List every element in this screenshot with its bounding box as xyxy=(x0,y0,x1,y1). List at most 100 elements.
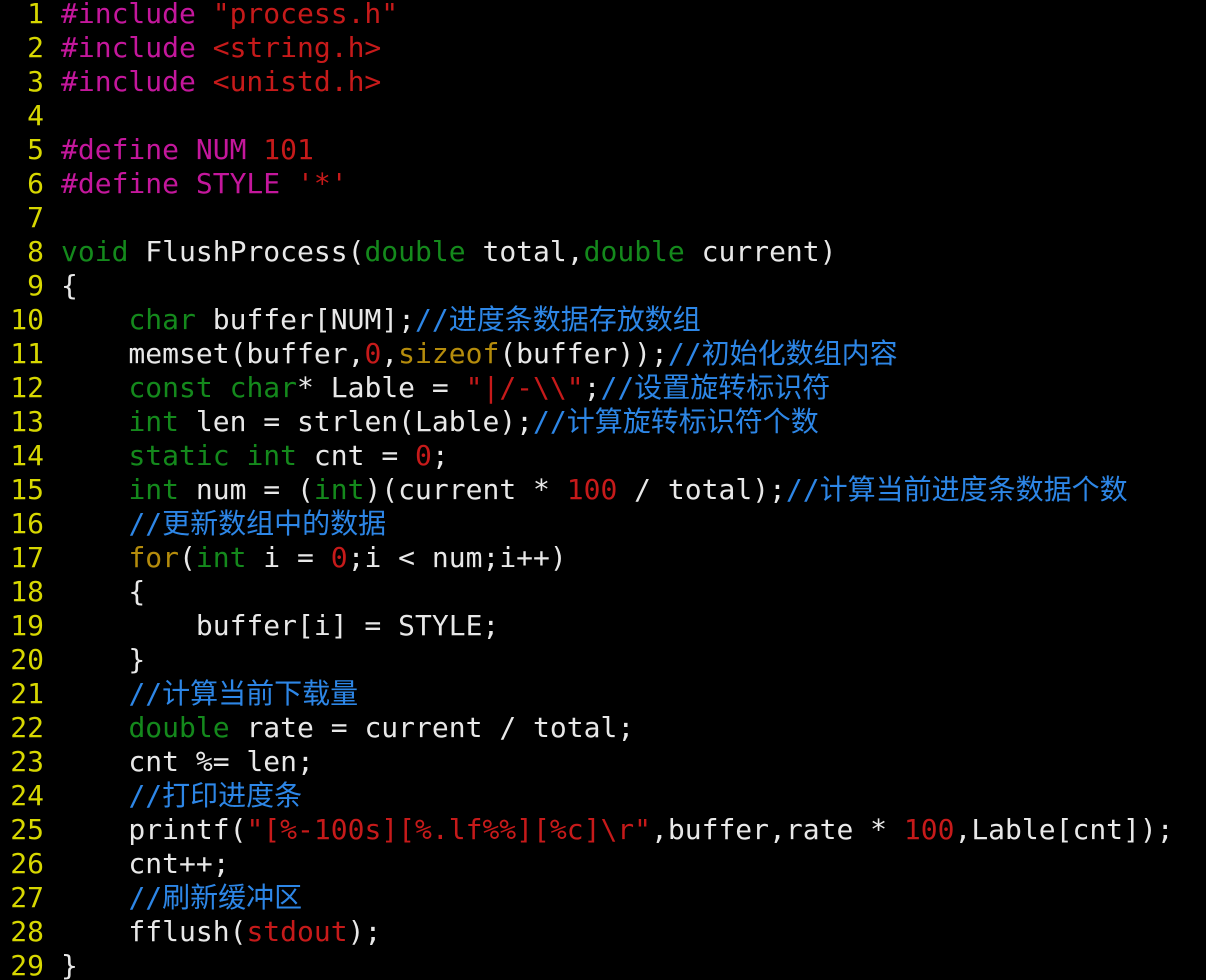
code-line[interactable]: 7 xyxy=(0,201,61,235)
code-token-normal xyxy=(230,439,247,472)
line-code[interactable]: for(int i = 0;i < num;i++) xyxy=(61,541,567,575)
code-token-type: int xyxy=(246,439,298,472)
code-line[interactable]: 22 double rate = current / total; xyxy=(0,711,634,745)
code-token-normal: } xyxy=(61,949,78,980)
code-token-string: "[%-100s][%.lf%%][%c]\r" xyxy=(246,813,652,846)
code-line[interactable]: 28 fflush(stdout); xyxy=(0,915,381,949)
code-token-comment: //计算当前进度条数据个数 xyxy=(785,473,1128,506)
code-line[interactable]: 25 printf("[%-100s][%.lf%%][%c]\r",buffe… xyxy=(0,813,1173,847)
line-number: 7 xyxy=(27,201,44,234)
line-code[interactable]: buffer[i] = STYLE; xyxy=(61,609,499,643)
code-token-normal xyxy=(61,371,128,404)
code-token-number: 0 xyxy=(364,337,382,370)
code-token-string: "process.h" xyxy=(212,0,399,30)
code-line[interactable]: 17 for(int i = 0;i < num;i++) xyxy=(0,541,567,575)
code-line[interactable]: 18 { xyxy=(0,575,145,609)
line-code[interactable]: fflush(stdout); xyxy=(61,915,381,949)
code-line[interactable]: 21 //计算当前下载量 xyxy=(0,677,358,711)
code-token-keyword: for xyxy=(128,541,180,574)
code-token-comment: //设置旋转标识符 xyxy=(600,371,831,404)
code-line[interactable]: 14 static int cnt = 0; xyxy=(0,439,448,473)
line-code[interactable]: } xyxy=(61,949,78,980)
code-line[interactable]: 1 #include "process.h" xyxy=(0,0,398,31)
code-line[interactable]: 15 int num = (int)(current * 100 / total… xyxy=(0,473,1128,507)
line-code[interactable]: { xyxy=(61,269,78,303)
code-token-normal: { xyxy=(61,575,146,608)
code-line[interactable]: 24 //打印进度条 xyxy=(0,779,302,813)
code-line[interactable]: 29} xyxy=(0,949,78,980)
code-token-normal: , xyxy=(381,337,399,370)
line-code[interactable]: int num = (int)(current * 100 / total);/… xyxy=(61,473,1128,507)
line-code[interactable]: cnt %= len; xyxy=(61,745,314,779)
line-code[interactable]: //更新数组中的数据 xyxy=(61,507,386,541)
code-line[interactable]: 23 cnt %= len; xyxy=(0,745,314,779)
code-token-normal: current) xyxy=(684,235,837,268)
line-code[interactable]: #include <unistd.h> xyxy=(61,65,381,99)
code-line[interactable]: 27 //刷新缓冲区 xyxy=(0,881,302,915)
code-line[interactable]: 4 xyxy=(0,99,61,133)
line-code[interactable]: #define STYLE '*' xyxy=(61,167,348,201)
line-number: 1 xyxy=(27,0,44,30)
line-code[interactable]: double rate = current / total; xyxy=(61,711,634,745)
line-code[interactable]: } xyxy=(61,643,145,677)
code-token-normal: printf( xyxy=(61,813,247,846)
code-line[interactable]: 5 #define NUM 101 xyxy=(0,133,314,167)
code-line[interactable]: 16 //更新数组中的数据 xyxy=(0,507,386,541)
code-token-preproc: #define xyxy=(61,133,196,166)
line-code[interactable]: int len = strlen(Lable);//计算旋转标识符个数 xyxy=(61,405,819,439)
line-number: 5 xyxy=(27,133,44,166)
code-line[interactable]: 12 const char* Lable = "|/-\\";//设置旋转标识符 xyxy=(0,371,830,405)
code-token-type: double xyxy=(128,711,230,744)
code-token-number: 100 xyxy=(903,813,955,846)
line-code[interactable]: #include <string.h> xyxy=(61,31,381,65)
code-line[interactable]: 10 char buffer[NUM];//进度条数据存放数组 xyxy=(0,303,700,337)
code-token-type: void xyxy=(61,235,129,268)
code-token-string: stdout xyxy=(246,915,348,948)
code-line[interactable]: 2 #include <string.h> xyxy=(0,31,381,65)
code-line[interactable]: 26 cnt++; xyxy=(0,847,229,881)
code-token-normal: buffer[i] = STYLE; xyxy=(61,609,500,642)
code-token-type: char xyxy=(229,371,298,404)
line-code[interactable]: { xyxy=(61,575,145,609)
code-token-normal: FlushProcess( xyxy=(128,235,365,268)
line-code[interactable]: const char* Lable = "|/-\\";//设置旋转标识符 xyxy=(61,371,830,405)
code-token-normal: ;i < num;i++) xyxy=(347,541,567,574)
line-code[interactable]: printf("[%-100s][%.lf%%][%c]\r",buffer,r… xyxy=(61,813,1173,847)
code-token-comment: //更新数组中的数据 xyxy=(128,507,387,540)
code-line[interactable]: 11 memset(buffer,0,sizeof(buffer));//初始化… xyxy=(0,337,897,371)
line-number: 21 xyxy=(10,677,44,710)
code-line[interactable]: 3 #include <unistd.h> xyxy=(0,65,381,99)
line-code[interactable]: void FlushProcess(double total,double cu… xyxy=(61,235,837,269)
line-code[interactable]: char buffer[NUM];//进度条数据存放数组 xyxy=(61,303,700,337)
code-token-string: <unistd.h> xyxy=(212,65,382,98)
line-code[interactable]: #include "process.h" xyxy=(61,0,398,31)
code-token-type: double xyxy=(364,235,466,268)
code-token-comment: //刷新缓冲区 xyxy=(128,881,303,914)
code-line[interactable]: 9{ xyxy=(0,269,78,303)
line-code[interactable]: memset(buffer,0,sizeof(buffer));//初始化数组内… xyxy=(61,337,897,371)
code-line[interactable]: 20 } xyxy=(0,643,145,677)
code-token-normal xyxy=(61,507,128,540)
line-code[interactable]: #define NUM 101 xyxy=(61,133,314,167)
code-token-normal xyxy=(61,881,128,914)
code-line[interactable]: 8 void FlushProcess(double total,double c… xyxy=(0,235,837,269)
code-editor[interactable]: 1 #include "process.h" 2 #include <string.h… xyxy=(0,0,1206,980)
code-line[interactable]: 6 #define STYLE '*' xyxy=(0,167,348,201)
code-token-normal: ( xyxy=(179,541,196,574)
code-token-normal: rate = current / total; xyxy=(229,711,635,744)
code-line[interactable]: 13 int len = strlen(Lable);//计算旋转标识符个数 xyxy=(0,405,819,439)
line-number: 12 xyxy=(10,371,44,404)
code-token-comment: //计算旋转标识符个数 xyxy=(533,405,819,438)
code-token-normal: { xyxy=(61,269,78,302)
code-token-preproc: #include xyxy=(61,65,213,98)
line-code[interactable]: cnt++; xyxy=(61,847,229,881)
line-code[interactable]: //计算当前下载量 xyxy=(61,677,358,711)
line-number: 8 xyxy=(27,235,44,268)
line-code[interactable]: //打印进度条 xyxy=(61,779,302,813)
line-code[interactable]: static int cnt = 0; xyxy=(61,439,448,473)
code-line[interactable]: 19 buffer[i] = STYLE; xyxy=(0,609,499,643)
code-token-normal: cnt %= len; xyxy=(61,745,314,778)
code-token-normal xyxy=(61,779,128,812)
line-number: 3 xyxy=(27,65,44,98)
line-code[interactable]: //刷新缓冲区 xyxy=(61,881,302,915)
